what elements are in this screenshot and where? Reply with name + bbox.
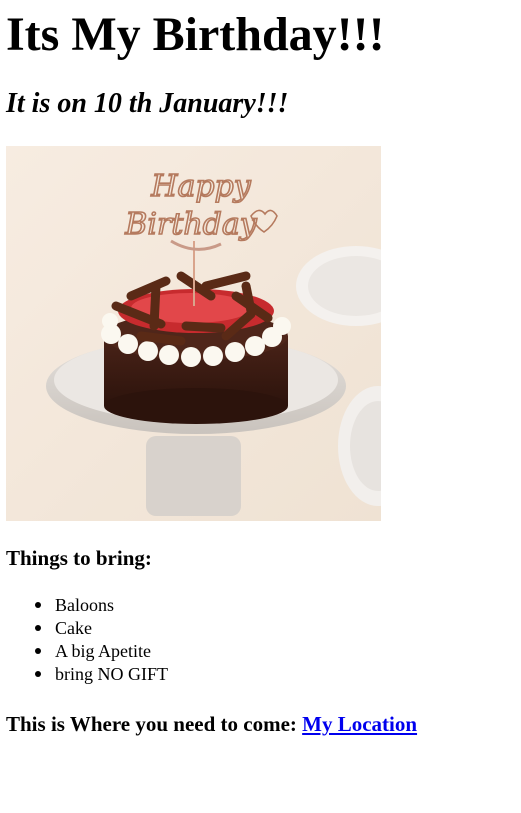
birthday-cake-image: Happy Birthday [6,146,381,521]
page-title: Its My Birthday!!! [6,8,385,61]
my-location-link[interactable]: My Location [302,712,417,736]
things-list: Baloons Cake A big Apetite bring NO GIFT [34,594,168,686]
list-item-label: Cake [55,618,92,638]
list-item: A big Apetite [34,640,168,663]
bullet-icon [35,648,41,654]
bullet-icon [35,671,41,677]
location-prefix: This is Where you need to come: [6,712,303,736]
list-item-label: A big Apetite [55,641,151,661]
bullet-icon [35,602,41,608]
location-heading: This is Where you need to come: My Locat… [6,712,417,736]
list-item: Cake [34,617,168,640]
birthday-date: It is on 10 th January!!! [6,88,289,119]
things-to-bring-heading: Things to bring: [6,546,152,570]
list-item-label: Baloons [55,595,115,615]
list-item: bring NO GIFT [34,663,168,686]
svg-text:Birthday: Birthday [124,207,257,242]
cake-illustration: Happy Birthday [6,146,381,521]
svg-text:Happy: Happy [150,169,251,204]
list-item: Baloons [34,594,168,617]
bullet-icon [35,625,41,631]
list-item-label: bring NO GIFT [55,664,168,684]
